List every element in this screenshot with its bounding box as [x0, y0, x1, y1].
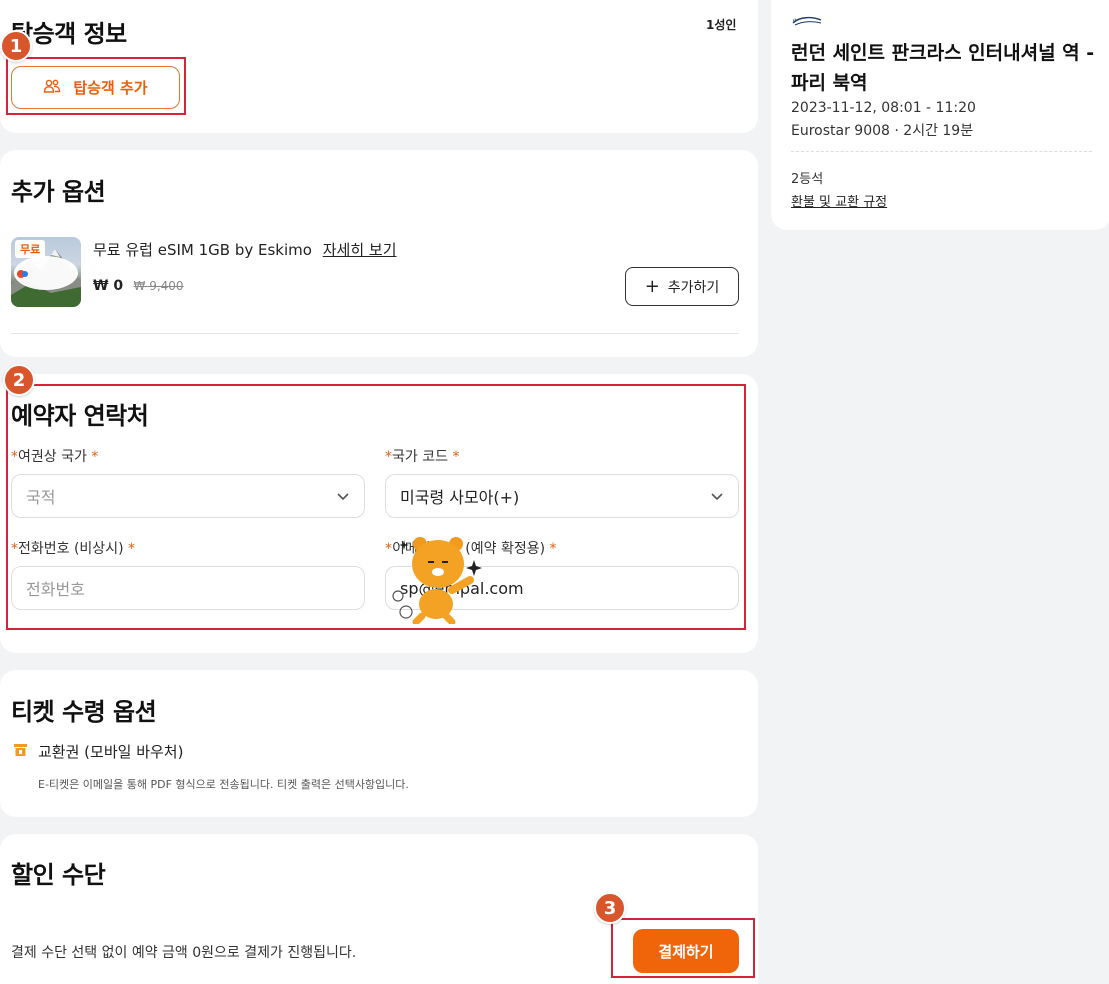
ticket-option-label: 교환권 (모바일 바우처) [38, 743, 184, 761]
add-passenger-label: 탑승객 추가 [73, 79, 148, 97]
refund-policy-link[interactable]: 환불 및 교환 규정 [791, 191, 887, 210]
chevron-down-icon [336, 488, 350, 507]
pay-button[interactable]: 결제하기 [633, 929, 739, 973]
extras-title: 추가 옵션 [11, 178, 106, 206]
nationality-label: *여권상 국가 * [11, 449, 99, 465]
summary-divider [791, 151, 1092, 152]
country-code-label-text: 국가 코드 [392, 449, 448, 465]
phone-placeholder: 전화번호 [26, 580, 85, 599]
nationality-select[interactable]: 국적 [11, 474, 365, 518]
ticket-note: E-티켓은 이메일을 통해 PDF 형식으로 전송됩니다. 티켓 출력은 선택사… [38, 778, 409, 791]
annotation-badge-2: 2 [3, 364, 35, 396]
annotation-badge-1: 1 [0, 30, 32, 62]
people-icon [43, 78, 61, 98]
details-link[interactable]: 자세히 보기 [323, 241, 397, 259]
esim-thumbnail: 무료 [11, 237, 81, 307]
ticket-option: 교환권 (모바일 바우처) [13, 741, 183, 762]
country-code-value: 미국령 사모아(+) [400, 488, 520, 507]
discount-note: 결제 수단 선택 없이 예약 금액 0원으로 결제가 진행됩니다. [11, 945, 357, 961]
eurostar-logo: e [791, 14, 823, 33]
character-sticker [390, 532, 490, 626]
chevron-down-icon [710, 488, 724, 507]
passenger-count: 1성인 [706, 18, 737, 32]
nationality-label-text: 여권상 국가 [18, 449, 87, 465]
contact-title: 예약자 연락처 [11, 402, 149, 430]
add-extra-button[interactable]: + 추가하기 [625, 267, 739, 306]
annotation-badge-3: 3 [594, 892, 626, 924]
esim-name-text: 무료 유럽 eSIM 1GB by Eskimo [93, 241, 312, 259]
seat-class: 2등석 [791, 172, 824, 187]
esim-item-name: 무료 유럽 eSIM 1GB by Eskimo 자세히 보기 [93, 239, 397, 260]
phone-input[interactable]: 전화번호 [11, 566, 365, 610]
country-code-select[interactable]: 미국령 사모아(+) [385, 474, 739, 518]
price-value: ₩ 0 [93, 278, 124, 294]
plus-icon: + [644, 275, 660, 297]
route-title: 런던 세인트 판크라스 인터내셔널 역 - 파리 북역 [791, 42, 1095, 94]
phone-label: *전화번호 (비상시) * [11, 541, 135, 557]
trip-datetime: 2023-11-12, 08:01 - 11:20 [791, 100, 976, 116]
divider [11, 333, 739, 334]
esim-price: ₩ 0 ₩ 9,400 [93, 278, 184, 294]
phone-label-text: 전화번호 (비상시) [18, 541, 124, 557]
train-info: Eurostar 9008 · 2시간 19분 [791, 123, 974, 139]
add-extra-label: 추가하기 [667, 279, 720, 296]
svg-text:e: e [793, 16, 796, 24]
original-price: ₩ 9,400 [133, 279, 184, 293]
ticket-title: 티켓 수령 옵션 [11, 698, 157, 726]
add-passenger-button[interactable]: 탑승객 추가 [11, 66, 180, 109]
nationality-placeholder: 국적 [26, 488, 56, 507]
discount-title: 할인 수단 [11, 861, 106, 889]
country-code-label: *국가 코드 * [385, 449, 460, 465]
thumbnail-badge: 무료 [15, 240, 46, 258]
voucher-icon [13, 743, 28, 761]
